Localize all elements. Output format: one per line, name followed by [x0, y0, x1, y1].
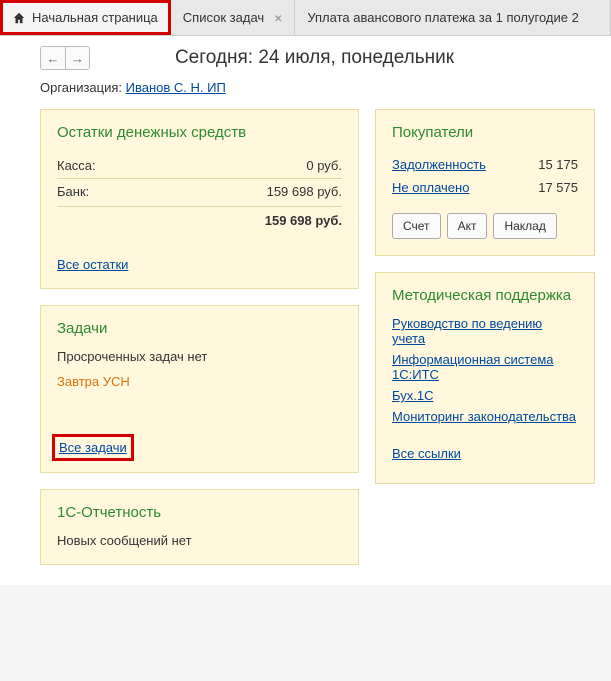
support-link-guide[interactable]: Руководство по ведению учета: [392, 316, 578, 346]
right-column: Покупатели Задолженность 15 175 Не оплач…: [375, 109, 595, 565]
widget-tasks: Задачи Просроченных задач нет Завтра УСН…: [40, 305, 359, 473]
tasks-tomorrow: Завтра УСН: [57, 374, 342, 389]
invoice-button[interactable]: Счет: [392, 213, 441, 239]
content: Остатки денежных средств Касса: 0 руб. Б…: [0, 109, 611, 585]
delivery-button[interactable]: Наклад: [493, 213, 556, 239]
tab-home-label: Начальная страница: [32, 10, 158, 25]
all-balances-link[interactable]: Все остатки: [57, 257, 128, 272]
page-title: Сегодня: 24 июля, понедельник: [98, 47, 571, 69]
tab-task-list-label: Список задач: [183, 10, 264, 25]
widget-balances-title: Остатки денежных средств: [57, 124, 342, 141]
home-icon: [12, 11, 26, 25]
tab-home[interactable]: Начальная страница: [0, 0, 171, 35]
all-tasks-link[interactable]: Все задачи: [59, 440, 127, 455]
cash-value: 0 руб.: [306, 158, 342, 173]
support-all-links[interactable]: Все ссылки: [392, 446, 578, 461]
back-button[interactable]: ←: [41, 47, 65, 69]
widget-buyers: Покупатели Задолженность 15 175 Не оплач…: [375, 109, 595, 256]
widget-tasks-title: Задачи: [57, 320, 342, 337]
unpaid-value: 17 575: [538, 180, 578, 195]
debt-link[interactable]: Задолженность: [392, 157, 486, 172]
widget-reporting: 1С-Отчетность Новых сообщений нет: [40, 489, 359, 565]
bank-value: 159 698 руб.: [267, 184, 342, 199]
widget-balances: Остатки денежных средств Касса: 0 руб. Б…: [40, 109, 359, 289]
toolbar: ← → Сегодня: 24 июля, понедельник: [0, 36, 611, 76]
org-label: Организация:: [40, 80, 122, 95]
left-column: Остатки денежных средств Касса: 0 руб. Б…: [40, 109, 359, 565]
close-icon[interactable]: ×: [274, 10, 282, 26]
reporting-none-text: Новых сообщений нет: [57, 533, 342, 548]
nav-buttons: ← →: [40, 46, 90, 70]
tab-task-list[interactable]: Список задач ×: [171, 0, 296, 35]
tab-bar: Начальная страница Список задач × Уплата…: [0, 0, 611, 36]
widget-reporting-title: 1С-Отчетность: [57, 504, 342, 521]
widget-buyers-title: Покупатели: [392, 124, 578, 141]
act-button[interactable]: Акт: [447, 213, 488, 239]
bank-label: Банк:: [57, 184, 89, 199]
tasks-none-text: Просроченных задач нет: [57, 349, 342, 364]
app-window: Начальная страница Список задач × Уплата…: [0, 0, 611, 585]
tab-advance-payment[interactable]: Уплата авансового платежа за 1 полугодие…: [295, 0, 611, 35]
support-link-monitoring[interactable]: Мониторинг законодательства: [392, 409, 578, 424]
cash-label: Касса:: [57, 158, 96, 173]
tab-advance-payment-label: Уплата авансового платежа за 1 полугодие…: [307, 10, 579, 25]
forward-button[interactable]: →: [65, 47, 89, 69]
support-link-buh[interactable]: Бух.1С: [392, 388, 578, 403]
unpaid-link[interactable]: Не оплачено: [392, 180, 469, 195]
org-link[interactable]: Иванов С. Н. ИП: [126, 80, 226, 95]
widget-support-title: Методическая поддержка: [392, 287, 578, 304]
debt-value: 15 175: [538, 157, 578, 172]
all-tasks-highlight: Все задачи: [57, 439, 129, 456]
support-link-its[interactable]: Информационная система 1С:ИТС: [392, 352, 578, 382]
org-line: Организация: Иванов С. Н. ИП: [0, 76, 611, 109]
balances-total: 159 698 руб.: [265, 213, 342, 228]
widget-support: Методическая поддержка Руководство по ве…: [375, 272, 595, 484]
